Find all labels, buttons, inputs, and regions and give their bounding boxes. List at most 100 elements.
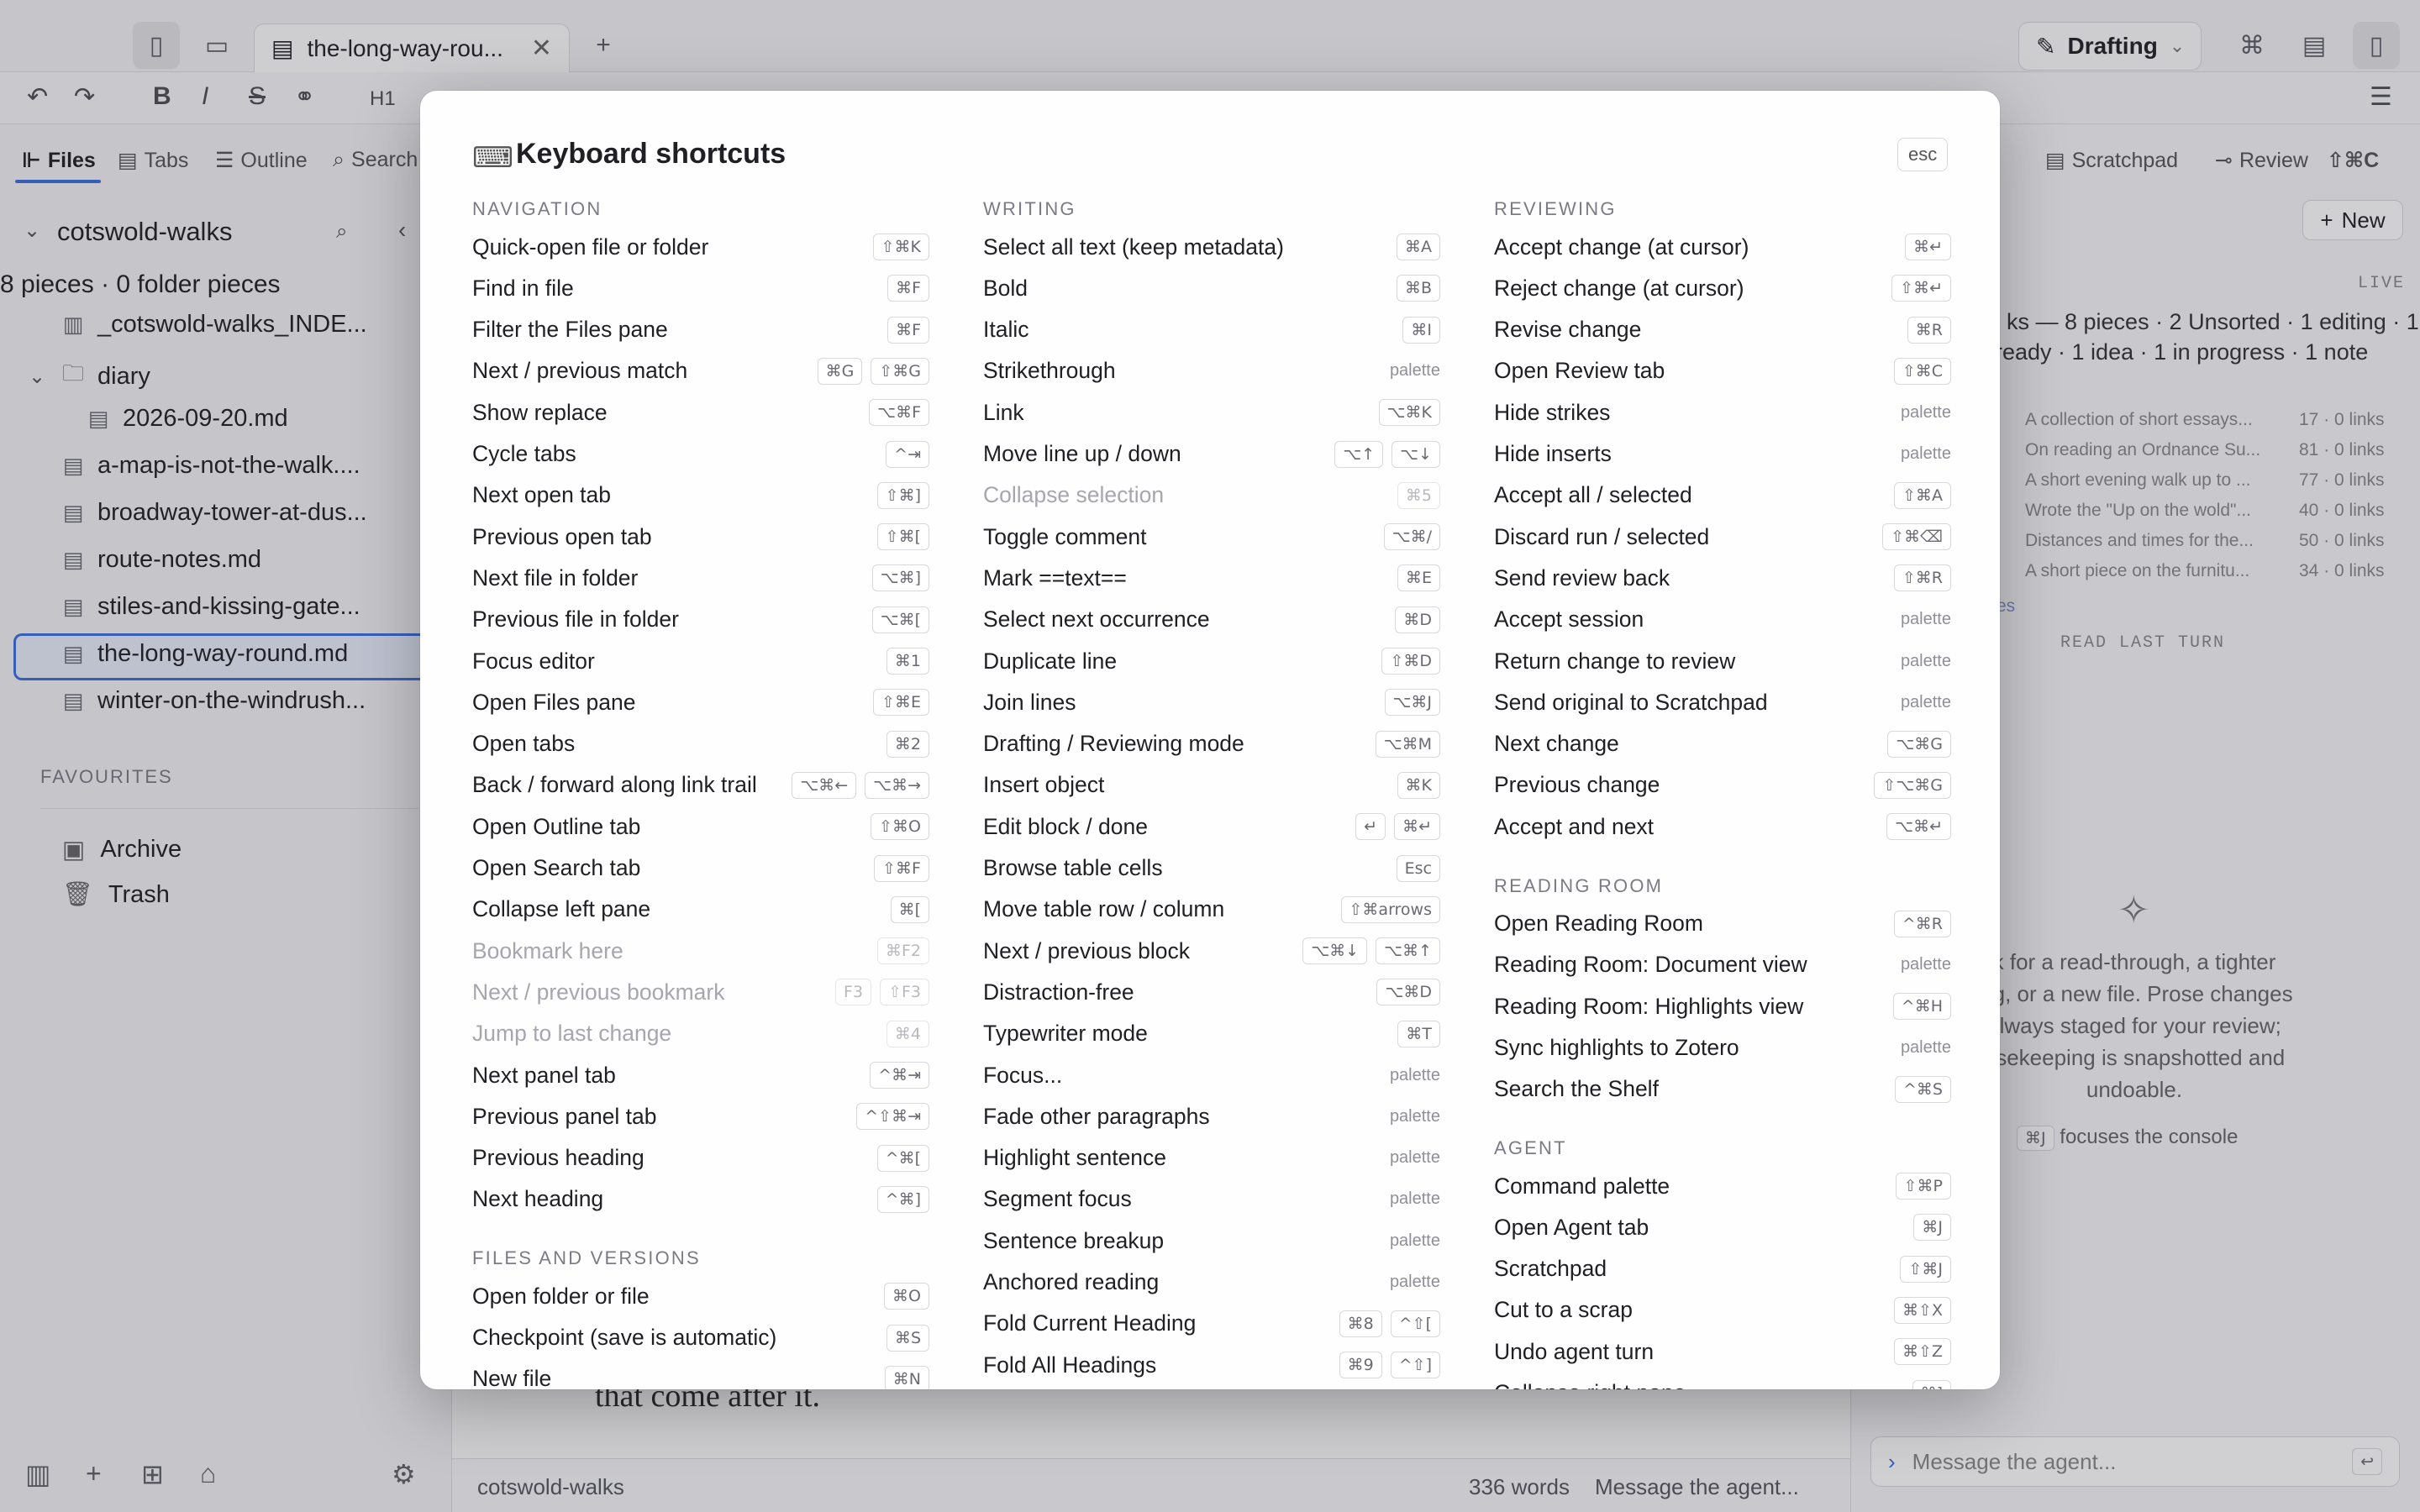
keycap: ⌘S [886,1324,929,1352]
shortcut-row: Accept change (at cursor) ⌘↵ [1494,230,1951,264]
keycap: ⌥↓ [1392,440,1440,468]
shortcut-label: Reject change (at cursor) [1494,275,1744,301]
key-combo: ⇧⌘O [871,813,929,841]
key-combo: ⌘F [887,316,929,344]
shortcut-row: Move table row / column ⇧⌘arrows [983,893,1440,927]
keycap: ⌘] [1912,1379,1951,1389]
shortcut-row: Open Agent tab ⌘J [1494,1210,1951,1244]
keycap: ⌘F [887,316,929,344]
keycap: ⌥⌘J [1384,689,1440,717]
key-combo: ⇧⌘E [873,689,929,717]
palette-hint: palette [1389,1231,1440,1250]
keycap: ⌥⌘G [1887,730,1951,758]
shortcut-label: Previous change [1494,772,1660,798]
shortcut-row: Open Search tab ⇧⌘F [472,852,929,885]
key-combo: ⌘R [1907,316,1951,344]
shortcut-label: Accept session [1494,606,1644,633]
shortcut-label: Collapse left pane [472,896,651,922]
key-combo: ⇧⌘K [872,234,929,260]
key-combo: Esc [1396,854,1440,882]
shortcut-label: Open Outline tab [472,813,641,839]
shortcut-label: Undo agent turn [1494,1338,1655,1364]
shortcut-label: Open Search tab [472,855,641,880]
key-combo: ⇧⌘arrows [1340,895,1440,923]
keycap: ⌥⌘[ [871,606,929,633]
palette-hint: palette [1900,955,1951,974]
shortcut-label: Sentence breakup [983,1227,1165,1253]
key-combo: ⇧⌥⌘G [1874,771,1951,799]
key-combo: ⇧⌘] [876,481,929,509]
shortcut-row: Select next occurrence ⌘D [983,603,1440,637]
key-combo: ⌘F2 [876,937,929,965]
palette-hint: palette [1389,1065,1440,1084]
key-combo: ⌘T [1397,1020,1440,1047]
key-combo: ⌘F [887,275,929,302]
shortcut-label: Return change to review [1494,648,1736,674]
keycap: ⌥⌘↑ [1376,937,1440,965]
shortcut-row: Hide strikes palette [1494,396,1951,429]
shortcut-row: Send review back ⇧⌘R [1494,561,1951,595]
keycap: ⌘2 [886,730,929,758]
shortcut-label: Fold All Headings [983,1352,1157,1378]
shortcut-label: Join lines [983,689,1076,715]
keycap: ⌘9 [1339,1352,1382,1379]
shortcut-row: Reading Room: Highlights view ^⌘H [1494,990,1951,1023]
key-combo: ⌘J [1913,1214,1951,1242]
shortcut-row: Fold All Headings ⌘9 ^⇧] [983,1348,1440,1382]
key-combo: ⌘O [884,1283,929,1310]
shortcut-label: Back / forward along link trail [472,772,757,798]
close-button[interactable]: esc [1897,138,1949,171]
shortcut-row: Filter the Files pane ⌘F [472,313,929,347]
keycap: ⌘J [1913,1214,1951,1242]
key-combo: ⌘↵ [1905,234,1951,260]
shortcut-label: Select all text (keep metadata) [983,234,1284,260]
key-combo: F3 ⇧F3 [835,979,929,1006]
shortcut-label: Strikethrough [983,358,1116,384]
shortcut-row: Collapse right pane ⌘] [1494,1377,1951,1389]
key-combo: ^⌘[ [876,1144,929,1172]
section-heading: NAVIGATION [472,198,602,219]
shortcut-label: Reading Room: Document view [1494,952,1807,978]
key-combo: ⇧⌘[ [876,523,929,551]
shortcut-row: Hide inserts palette [1494,438,1951,471]
shortcut-label: Next panel tab [472,1062,616,1088]
shortcut-label: Next / previous match [472,358,688,384]
shortcut-row: Cut to a scrap ⌘⇧X [1494,1294,1951,1327]
shortcut-row: Previous change ⇧⌥⌘G [1494,769,1951,802]
key-combo: ⌘A [1397,234,1440,260]
key-combo: ⌥⌘[ [871,606,929,633]
shortcut-row: Link ⌥⌘K [983,396,1440,429]
shortcut-label: Checkpoint (save is automatic) [472,1325,777,1350]
shortcut-label: Select next occurrence [983,606,1210,633]
shortcut-label: Scratchpad [1494,1256,1607,1282]
shortcut-row: Open folder or file ⌘O [472,1279,929,1313]
shortcut-row: Revise change ⌘R [1494,313,1951,347]
keycap: ⇧⌘arrows [1340,895,1440,923]
shortcut-label: Fade other paragraphs [983,1103,1210,1129]
shortcut-label: Previous heading [472,1145,644,1171]
keycap: ⇧F3 [880,979,929,1006]
key-combo: ↵ ⌘↵ [1355,813,1440,841]
key-combo: ⇧⌘F [874,854,929,882]
key-combo: ⌘B [1396,275,1440,302]
shortcut-row: Open tabs ⌘2 [472,727,929,761]
keycap: ⌘⇧X [1894,1296,1951,1324]
keycap: ⇧⌘E [873,689,929,717]
section-heading: READING ROOM [1494,874,1664,896]
shortcut-label: Next open tab [472,482,612,508]
keycap: ⌥⌘↓ [1302,937,1368,965]
keycap: ⌘8 [1339,1310,1382,1337]
shortcut-label: Open Agent tab [1494,1214,1649,1240]
shortcut-row: Checkpoint (save is automatic) ⌘S [472,1321,929,1355]
shortcut-label: Open Reading Room [1494,911,1703,936]
shortcut-label: Hide strikes [1494,399,1611,425]
keycap: ⌥⌘→ [865,771,929,799]
shortcut-label: New file [472,1366,552,1389]
keycap: ⌘[ [890,895,929,923]
shortcut-row: Open Outline tab ⇧⌘O [472,810,929,843]
keycap: ⇧⌘] [876,481,929,509]
key-combo: ⇧⌘A [1894,481,1951,509]
keycap: ⇧⌘A [1894,481,1951,509]
key-combo: ⌘4 [886,1020,929,1047]
palette-hint: palette [1900,610,1951,629]
